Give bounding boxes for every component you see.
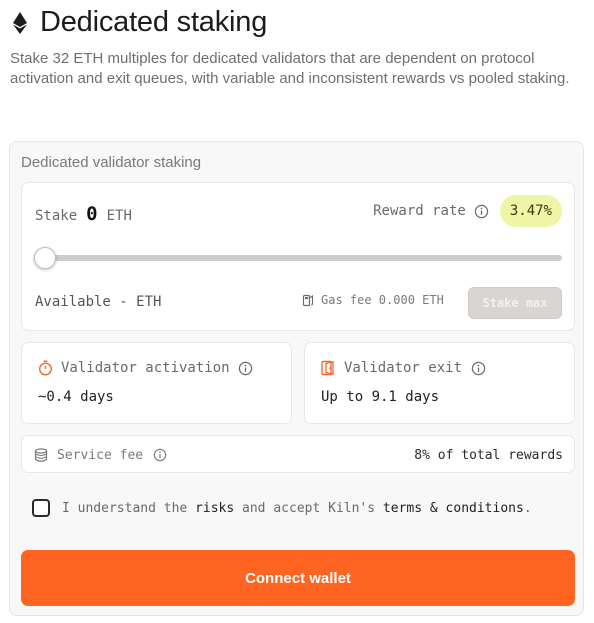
page-title: Dedicated staking (40, 6, 268, 38)
service-fee-value: 8% of total rewards (414, 448, 563, 463)
stake-slider[interactable] (34, 247, 562, 269)
validator-exit-value: Up to 9.1 days (321, 389, 440, 405)
coins-stack-icon (34, 447, 48, 463)
ethereum-icon (10, 7, 30, 39)
validator-activation-header: Validator activation (38, 360, 254, 376)
page-header: Dedicated staking (10, 6, 267, 39)
terms-text-part2: and accept Kiln's (234, 500, 383, 516)
stake-unit: ETH (106, 208, 132, 224)
service-fee-panel: Service fee 8% of total rewards (21, 435, 575, 473)
validator-activation-value: ~0.4 days (38, 389, 114, 405)
card-title: Dedicated validator staking (21, 154, 202, 171)
validator-exit-label: Validator exit (344, 360, 463, 376)
gas-fee: Gas fee 0.000 ETH (302, 293, 444, 307)
terms-conditions-link[interactable]: terms & conditions (383, 501, 524, 516)
validator-activation-panel: Validator activation ~0.4 days (21, 342, 292, 424)
stake-panel: Stake 0 ETH Reward rate 3.47% Available … (21, 182, 575, 331)
reward-rate-badge: 3.47% (499, 195, 562, 227)
connect-wallet-button[interactable]: Connect wallet (21, 550, 575, 606)
validator-exit-header: Validator exit (321, 360, 486, 376)
service-fee-header: Service fee (34, 447, 168, 463)
stake-value-input[interactable]: 0 (86, 203, 97, 225)
gas-pump-icon (302, 293, 315, 307)
terms-text-part1: I understand the (62, 500, 196, 516)
reward-rate: Reward rate 3.47% (373, 195, 562, 227)
terms-agreement: I understand the risks and accept Kiln's… (32, 499, 532, 517)
stake-label: Stake (35, 208, 78, 224)
info-icon[interactable] (152, 447, 168, 463)
terms-checkbox[interactable] (32, 499, 50, 517)
slider-thumb[interactable] (34, 247, 56, 269)
risks-link[interactable]: risks (195, 501, 234, 516)
info-icon[interactable] (470, 360, 486, 376)
stake-amount: Stake 0 ETH (35, 203, 132, 225)
validator-activation-label: Validator activation (61, 360, 230, 376)
reward-rate-label: Reward rate (373, 203, 466, 219)
stake-max-button[interactable]: Stake max (468, 287, 562, 319)
info-icon[interactable] (474, 203, 490, 219)
door-exit-icon (321, 360, 336, 376)
terms-text-end: . (523, 500, 532, 516)
service-fee-label: Service fee (57, 447, 144, 463)
validator-exit-panel: Validator exit Up to 9.1 days (304, 342, 575, 424)
gas-fee-text: Gas fee 0.000 ETH (321, 293, 444, 307)
page-subtitle: Stake 32 ETH multiples for dedicated val… (10, 50, 570, 87)
available-balance: Available - ETH (35, 294, 162, 310)
info-icon[interactable] (238, 360, 254, 376)
staking-card: Dedicated validator staking Stake 0 ETH … (9, 141, 584, 616)
stopwatch-icon (38, 360, 53, 376)
